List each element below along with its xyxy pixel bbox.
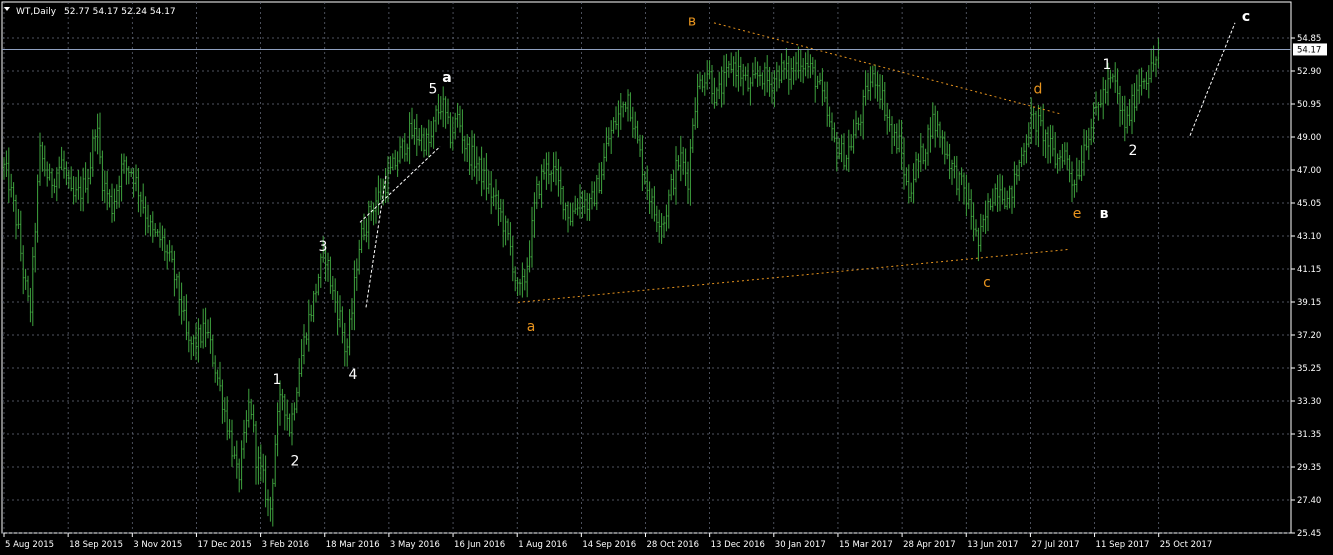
y-tick-label: 31.35 [1297,430,1321,440]
x-tick-label: 27 Jul 2017 [1031,540,1079,550]
y-tick-label: 54.85 [1297,34,1321,44]
x-tick-label: 28 Apr 2017 [903,540,956,550]
y-tick-label: 35.25 [1297,364,1321,374]
wave-label: в [1100,206,1109,222]
y-tick-label: 29.35 [1297,463,1321,473]
current-price-label: 54.17 [1297,45,1321,55]
x-tick-label: 16 Jun 2016 [454,540,505,550]
y-tick-label: 41.15 [1297,265,1321,275]
x-tick-label: 13 Jun 2017 [967,540,1018,550]
chart-background [0,0,1333,555]
wave-label: c [1242,9,1250,25]
wave-label: 3 [319,239,328,255]
wave-label: 2 [291,454,300,470]
price-chart[interactable]: в c1d5a2e в3ca1 42 54.8552.9050.9549.0047.0… [0,0,1333,555]
wave-label: e [1073,206,1082,222]
wave-label: a [527,319,536,335]
wave-label: a [442,70,451,86]
x-tick-label: 3 May 2016 [390,540,440,550]
wave-label: 1 [1103,57,1112,73]
y-tick-label: 50.95 [1297,100,1321,110]
y-tick-label: 49.00 [1297,133,1321,143]
y-tick-label: 37.20 [1297,331,1321,341]
wave-label: c [983,275,991,291]
wave-label: d [1034,82,1043,98]
x-tick-label: 18 Mar 2016 [326,540,380,550]
x-tick-label: 11 Sep 2017 [1096,540,1150,550]
x-tick-label: 3 Feb 2016 [262,540,310,550]
y-tick-label: 47.00 [1297,166,1321,176]
y-tick-label: 43.10 [1297,232,1321,242]
x-tick-label: 15 Mar 2017 [839,540,893,550]
wave-label: 1 [273,372,282,388]
x-tick-label: 13 Dec 2016 [711,540,765,550]
y-tick-label: 52.90 [1297,67,1321,77]
symbol-label: WT,Daily [16,7,57,17]
y-tick-label: 33.30 [1297,397,1321,407]
x-tick-label: 28 Oct 2016 [647,540,700,550]
y-tick-label: 25.45 [1297,529,1321,539]
x-tick-label: 25 Oct 2017 [1160,540,1213,550]
x-tick-label: 18 Sep 2015 [69,540,123,550]
x-tick-label: 17 Dec 2015 [197,540,251,550]
x-tick-label: 30 Jan 2017 [775,540,826,550]
wave-label: 5 [429,82,438,98]
y-tick-label: 39.15 [1297,298,1321,308]
ohlc-values: 52.77 54.17 52.24 54.17 [64,7,176,17]
wave-label: в [688,13,696,29]
chart-header: WT,Daily 52.77 54.17 52.24 54.17 [4,7,176,17]
x-tick-label: 14 Sep 2016 [582,540,636,550]
x-tick-label: 3 Nov 2015 [133,540,182,550]
wave-label: 4 [349,367,358,383]
x-tick-label: 5 Aug 2015 [5,540,54,550]
y-tick-label: 27.40 [1297,496,1321,506]
wave-label: 2 [1129,143,1138,159]
y-tick-label: 45.05 [1297,199,1321,209]
x-tick-label: 1 Aug 2016 [518,540,567,550]
